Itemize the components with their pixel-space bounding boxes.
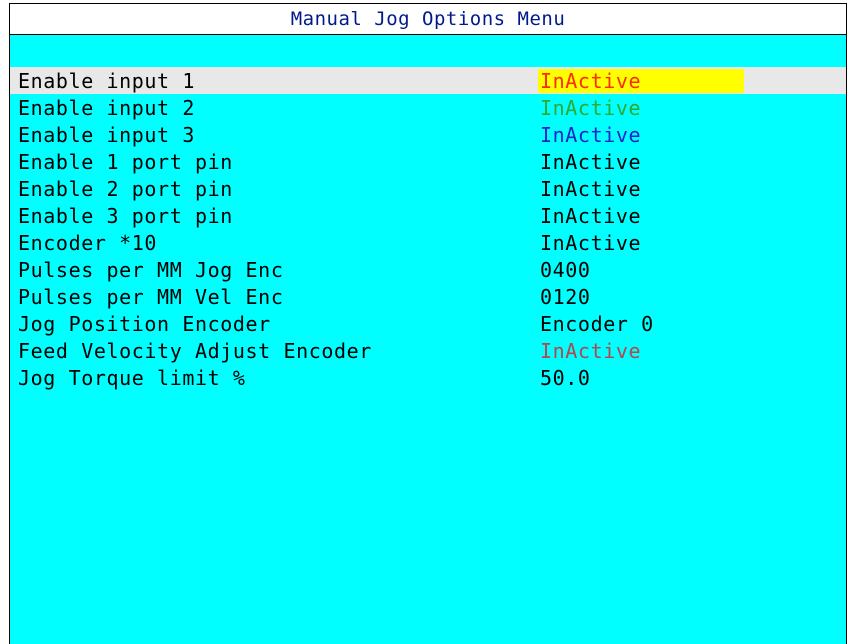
- option-row-enable-input-1[interactable]: Enable input 1 InActive: [10, 67, 846, 94]
- option-label: Encoder *10: [18, 230, 158, 255]
- option-value[interactable]: Encoder 0: [540, 312, 660, 336]
- option-label: Enable input 3: [18, 122, 195, 147]
- option-value[interactable]: 0120: [540, 285, 597, 309]
- option-label: Jog Torque limit %: [18, 365, 246, 390]
- title-bar: Manual Jog Options Menu: [10, 4, 846, 35]
- option-label: Enable 1 port pin: [18, 149, 233, 174]
- menu-screen: Manual Jog Options Menu Enable input 1 I…: [9, 3, 847, 644]
- option-value[interactable]: InActive: [540, 204, 647, 228]
- option-value[interactable]: 0400: [540, 258, 597, 282]
- option-value[interactable]: InActive: [540, 339, 647, 363]
- option-row-enable-1-port-pin[interactable]: Enable 1 port pin InActive: [10, 148, 846, 175]
- option-row-enable-input-2[interactable]: Enable input 2 InActive: [10, 94, 846, 121]
- option-row-encoder-x10[interactable]: Encoder *10 InActive: [10, 229, 846, 256]
- option-label: Enable input 2: [18, 95, 195, 120]
- option-value[interactable]: 50.0: [540, 366, 597, 390]
- option-row-enable-input-3[interactable]: Enable input 3 InActive: [10, 121, 846, 148]
- option-value[interactable]: InActive: [540, 150, 647, 174]
- option-row-pulses-jog-enc[interactable]: Pulses per MM Jog Enc 0400: [10, 256, 846, 283]
- option-row-pulses-vel-enc[interactable]: Pulses per MM Vel Enc 0120: [10, 283, 846, 310]
- option-label: Pulses per MM Vel Enc: [18, 284, 284, 309]
- menu-title: Manual Jog Options Menu: [290, 8, 566, 30]
- option-label: Enable 3 port pin: [18, 203, 233, 228]
- option-label: Feed Velocity Adjust Encoder: [18, 338, 372, 363]
- option-value[interactable]: InActive: [540, 123, 647, 147]
- option-label: Enable input 1: [18, 68, 195, 93]
- options-list: Enable input 1 InActive Enable input 2 I…: [10, 67, 846, 391]
- option-row-feed-velocity-encoder[interactable]: Feed Velocity Adjust Encoder InActive: [10, 337, 846, 364]
- option-row-enable-2-port-pin[interactable]: Enable 2 port pin InActive: [10, 175, 846, 202]
- option-label: Jog Position Encoder: [18, 311, 271, 336]
- option-label: Pulses per MM Jog Enc: [18, 257, 284, 282]
- option-value[interactable]: InActive: [538, 68, 744, 93]
- option-value[interactable]: InActive: [540, 231, 647, 255]
- option-row-jog-torque-limit[interactable]: Jog Torque limit % 50.0: [10, 364, 846, 391]
- option-row-jog-position-encoder[interactable]: Jog Position Encoder Encoder 0: [10, 310, 846, 337]
- option-value[interactable]: InActive: [540, 96, 647, 120]
- option-label: Enable 2 port pin: [18, 176, 233, 201]
- option-value[interactable]: InActive: [540, 177, 647, 201]
- option-row-enable-3-port-pin[interactable]: Enable 3 port pin InActive: [10, 202, 846, 229]
